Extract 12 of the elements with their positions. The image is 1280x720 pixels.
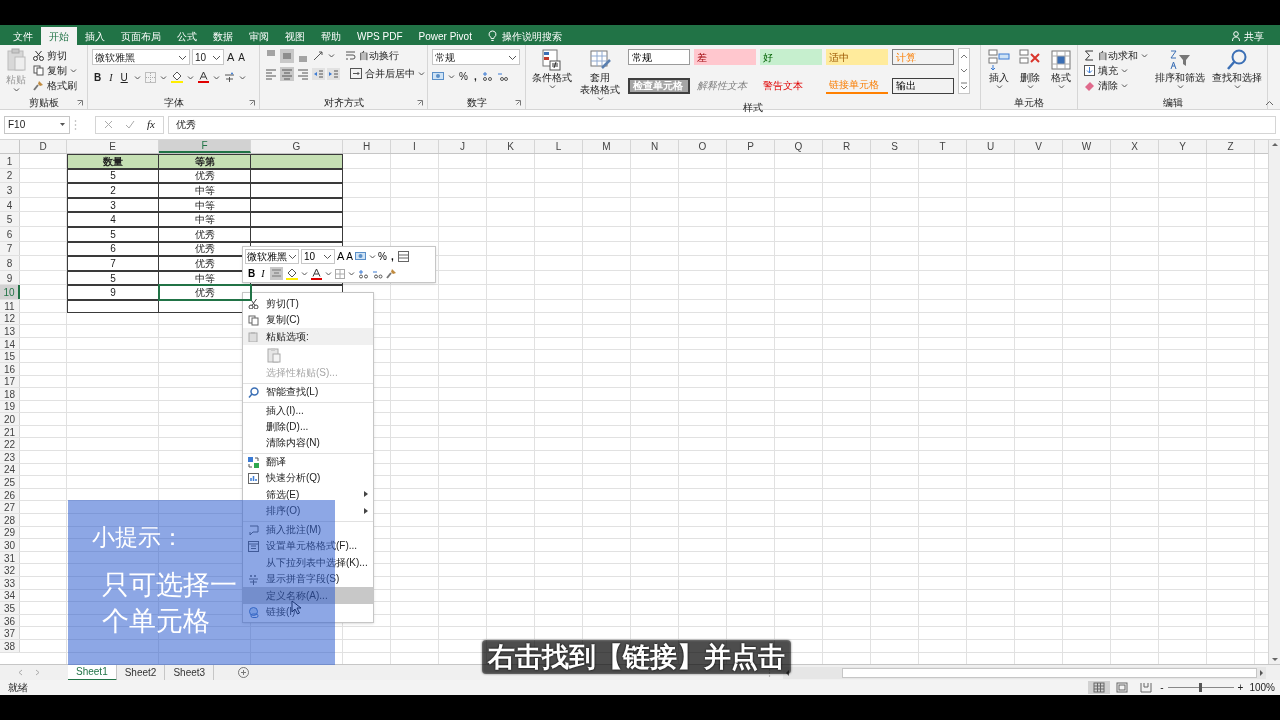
group-label: 对齐方式 bbox=[323, 96, 364, 110]
menu-section-header: 粘贴选项: bbox=[243, 328, 373, 345]
tip-title: 小提示： bbox=[92, 524, 184, 550]
status-text: 就绪 bbox=[8, 681, 28, 695]
group-label: 样式 bbox=[743, 101, 763, 115]
group-label: 字体 bbox=[163, 96, 184, 110]
group-label: 数字 bbox=[466, 96, 487, 110]
group-label: 编辑 bbox=[1162, 96, 1183, 110]
tip-text: 只可选择一个单元格 bbox=[102, 569, 238, 638]
subtitle: 右击找到【链接】并点击 bbox=[482, 640, 791, 674]
group-label: 剪贴板 bbox=[28, 96, 59, 110]
group-label: 单元格 bbox=[1014, 96, 1044, 110]
